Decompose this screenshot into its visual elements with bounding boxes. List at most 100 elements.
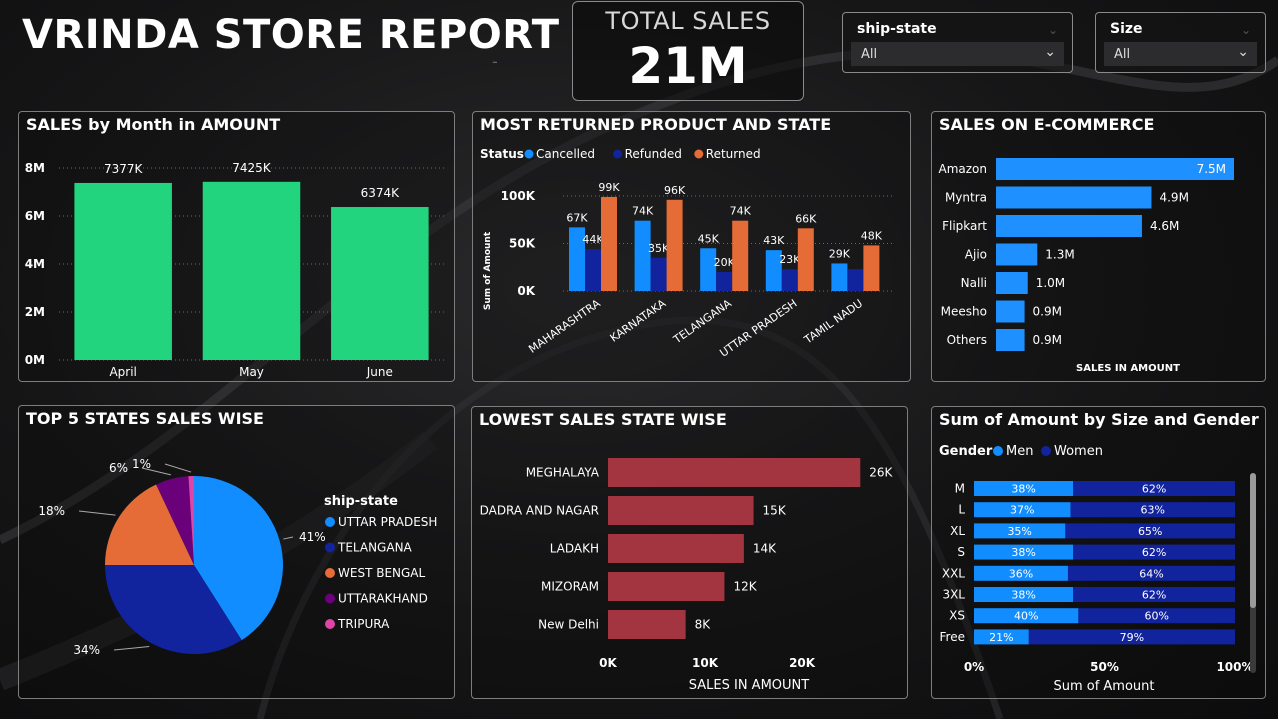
y-tick-label: 3XL: [942, 588, 965, 602]
bar: [331, 207, 429, 360]
legend-label: Refunded: [625, 147, 682, 161]
data-label: 38%: [1011, 483, 1035, 496]
chevron-down-icon[interactable]: ⌄: [1237, 44, 1249, 60]
legend-marker: [524, 149, 534, 159]
x-tick-label: April: [109, 365, 136, 379]
title-dash: -: [492, 52, 498, 71]
leader-line: [283, 536, 294, 540]
data-label: 4.6M: [1150, 219, 1179, 233]
data-label: 7425K: [232, 161, 272, 175]
slicer-dropdown[interactable]: All ⌄: [1104, 42, 1257, 66]
monthly-sales-chart[interactable]: 8M 6M 4M 2M 0M 7377K April 7425K May 6374K June: [19, 136, 454, 381]
y-tick-label: 4M: [25, 257, 45, 271]
x-tick-label: MAHARASHTRA: [526, 297, 603, 356]
chart-title: Sum of Amount by Size and Gender: [939, 410, 1259, 429]
leader-line: [78, 510, 116, 516]
y-tick-label: 100K: [501, 189, 536, 203]
y-tick-label: Myntra: [945, 191, 987, 205]
kpi-value: 21M: [628, 37, 748, 95]
x-tick-label: 0%: [964, 660, 984, 674]
bar: [996, 300, 1025, 323]
y-tick-label: Free: [940, 630, 965, 644]
slicer-label: Size: [1110, 21, 1143, 37]
data-label: 41%: [299, 530, 326, 544]
legend-title: Gender: [939, 444, 993, 459]
data-label: 35%: [1007, 525, 1031, 538]
legend-label: Returned: [706, 147, 761, 161]
x-tick-label: June: [366, 365, 393, 379]
data-label: 60%: [1144, 610, 1168, 623]
lowest-sales-panel[interactable]: LOWEST SALES STATE WISE 0K 10K 20K MEGHALAY…: [471, 406, 908, 699]
bar: [863, 245, 880, 291]
y-tick-label: MIZORAM: [541, 580, 599, 594]
legend-marker: [613, 149, 623, 159]
data-label: 43K: [763, 234, 785, 247]
bar: [996, 329, 1025, 351]
legend-title: Status: [480, 147, 524, 161]
data-label: 36%: [1009, 567, 1033, 580]
size-gender-chart[interactable]: Gender Men Women M 38% 62% L 37% 63% XL 35% 65% S 38%…: [932, 431, 1265, 698]
chevron-down-icon: ⌄: [1240, 23, 1251, 37]
bar: [74, 182, 172, 360]
y-tick-label: 50K: [509, 237, 536, 251]
data-label: 45K: [698, 232, 720, 245]
top-states-pie-chart[interactable]: 41% 34% 18% 6% 1% ship-state UTTAR PRADESH TELA…: [19, 430, 454, 698]
data-label: 26K: [869, 466, 893, 480]
returned-chart[interactable]: Status Cancelled Refunded Returned 100K 50K 0K…: [473, 136, 910, 381]
page-title: VRINDA STORE REPORT: [22, 12, 560, 58]
data-label: 12K: [733, 580, 757, 594]
kpi-label: TOTAL SALES: [605, 7, 771, 35]
monthly-sales-panel[interactable]: SALES by Month in AMOUNT 8M 6M 4M 2M 0M 7377K…: [18, 111, 455, 382]
x-tick-label: KARNATAKA: [608, 297, 669, 345]
data-label: 1.0M: [1036, 276, 1065, 290]
chevron-down-icon: ⌄: [1047, 23, 1058, 37]
bar: [608, 534, 744, 563]
scrollbar-thumb[interactable]: [1250, 473, 1256, 608]
size-slicer[interactable]: Size ⌄ All ⌄: [1095, 12, 1266, 73]
data-label: 8K: [695, 618, 712, 632]
y-axis-title: Sum of Amount: [483, 231, 493, 310]
data-label: 67K: [566, 211, 588, 224]
ecommerce-chart[interactable]: Amazon 7.5M Myntra 4.9M Flipkart 4.6M Ajio 1.3M…: [932, 136, 1265, 381]
bar: [650, 257, 667, 291]
chevron-down-icon[interactable]: ⌄: [1044, 44, 1056, 60]
bar: [781, 269, 798, 291]
y-tick-label: XL: [950, 524, 965, 538]
data-label: 6%: [109, 461, 128, 475]
data-label: 99K: [598, 181, 620, 194]
data-label: 7377K: [104, 162, 144, 176]
bar: [608, 458, 861, 487]
slicer-dropdown[interactable]: All ⌄: [851, 42, 1064, 66]
y-tick-label: L: [958, 503, 965, 517]
legend-marker: [993, 446, 1003, 456]
slicer-label: ship-state: [857, 21, 937, 37]
data-label: 62%: [1142, 483, 1166, 496]
legend-label: UTTAR PRADESH: [338, 515, 437, 529]
data-label: 40%: [1014, 610, 1038, 623]
legend-marker: [1041, 446, 1051, 456]
size-gender-panel[interactable]: Sum of Amount by Size and Gender Gender M…: [931, 406, 1266, 699]
top-states-panel[interactable]: TOP 5 STATES SALES WISE 41% 34% 18% 6% 1% shi…: [18, 405, 455, 699]
data-label: 66K: [795, 212, 817, 225]
returned-panel[interactable]: MOST RETURNED PRODUCT AND STATE Status Ca…: [472, 111, 911, 382]
legend-title: ship-state: [324, 494, 398, 509]
x-tick-label: 0K: [599, 656, 617, 670]
legend-label: TRIPURA: [337, 617, 390, 631]
legend-label: TELANGANA: [337, 541, 413, 555]
y-tick-label: 0M: [25, 353, 45, 367]
data-label: 63%: [1141, 504, 1165, 517]
data-label: 29K: [829, 247, 851, 260]
ecommerce-panel[interactable]: SALES ON E-COMMERCE Amazon 7.5M Myntra 4.9M…: [931, 111, 1266, 382]
y-tick-label: S: [957, 545, 965, 559]
y-tick-label: Meesho: [941, 305, 987, 319]
bar: [666, 199, 683, 291]
chart-title: SALES ON E-COMMERCE: [939, 115, 1155, 134]
data-label: 0.9M: [1033, 333, 1062, 347]
data-label: 38%: [1011, 589, 1035, 602]
y-tick-label: Flipkart: [942, 219, 987, 233]
y-tick-label: XXL: [942, 566, 965, 580]
legend-marker: [694, 149, 704, 159]
lowest-sales-chart[interactable]: 0K 10K 20K MEGHALAYA 26K DADRA AND NAGAR 15K LA…: [472, 431, 907, 698]
ship-state-slicer[interactable]: ship-state ⌄ All ⌄: [842, 12, 1073, 73]
data-label: 79%: [1120, 631, 1144, 644]
